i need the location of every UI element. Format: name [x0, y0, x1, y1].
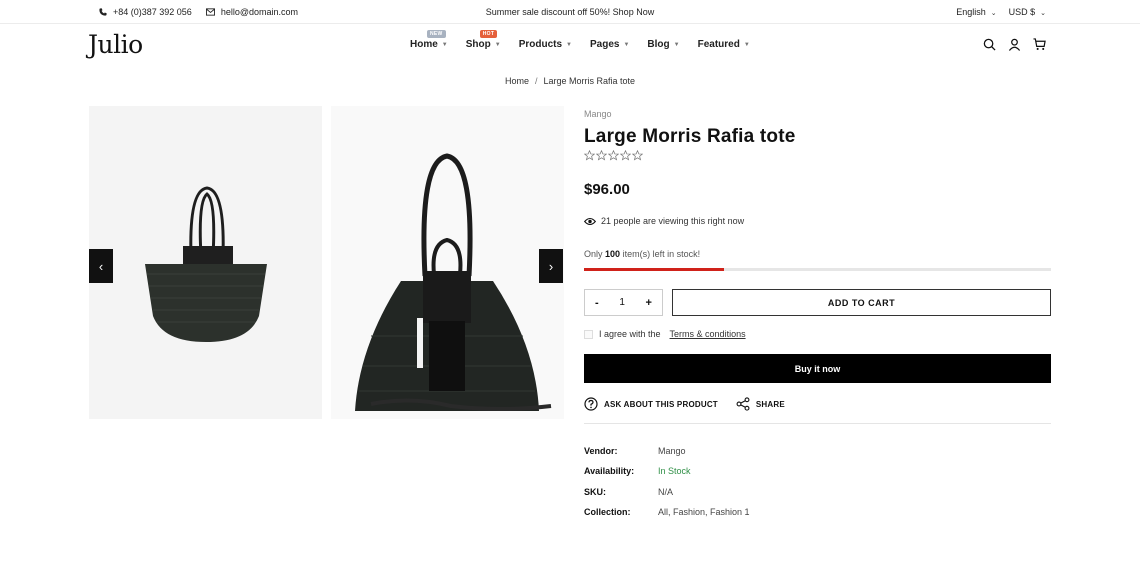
terms-agreement: I agree with the Terms & conditions	[584, 329, 746, 339]
nav-item-home[interactable]: Home ▼ NEW	[410, 30, 448, 50]
tote-bag-illustration	[355, 153, 552, 411]
agree-text: I agree with the	[599, 329, 661, 339]
language-selector[interactable]: English ⌄	[956, 7, 996, 17]
share-icon	[736, 397, 750, 411]
product-actions: ASK ABOUT THIS PRODUCT SHARE	[584, 397, 785, 411]
viewing-text: 21 people are viewing this right now	[601, 216, 745, 226]
product-image-1[interactable]	[89, 106, 322, 419]
terms-checkbox[interactable]	[584, 329, 593, 339]
star-icon	[608, 150, 619, 161]
nav-label: Blog	[647, 39, 670, 50]
chevron-down-icon: ▼	[566, 41, 572, 48]
question-circle-icon	[584, 397, 598, 411]
meta-key: Availability:	[584, 466, 635, 477]
product-meta: Vendor: Mango Availability: In Stock SKU…	[584, 446, 750, 527]
cart-icon[interactable]	[1033, 38, 1046, 51]
product-image-2[interactable]	[331, 106, 564, 419]
user-icon[interactable]	[1008, 38, 1021, 51]
gallery-next-button[interactable]: ›	[539, 249, 563, 283]
viewing-counter: 21 people are viewing this right now	[584, 216, 744, 226]
nav-item-pages[interactable]: Pages ▼	[590, 39, 629, 50]
buy-now-button[interactable]: Buy it now	[584, 354, 1051, 383]
meta-key: Collection:	[584, 506, 631, 517]
ask-about-product-button[interactable]: ASK ABOUT THIS PRODUCT	[584, 397, 718, 411]
nav-label: Shop	[465, 39, 491, 50]
breadcrumb: Home / Large Morris Rafia tote	[0, 76, 1140, 86]
chevron-down-icon: ⌄	[1040, 10, 1046, 17]
top-bar: +84 (0)387 392 056 hello@domain.com Summ…	[0, 0, 1140, 24]
currency-selector[interactable]: USD $ ⌄	[1009, 7, 1046, 17]
nav-label: Pages	[590, 39, 620, 50]
promo-banner[interactable]: Summer sale discount off 50%! Shop Now	[486, 7, 654, 17]
logo[interactable]: Julio	[88, 30, 143, 59]
product-title: Large Morris Rafia tote	[584, 126, 796, 147]
stock-prefix: Only	[584, 249, 603, 259]
product-vendor[interactable]: Mango	[584, 109, 612, 119]
meta-value-vendor[interactable]: Mango	[658, 446, 686, 466]
eye-icon	[584, 217, 596, 225]
main-header: Julio Home ▼ NEW Shop ▼ HOT Products ▼ Page…	[0, 24, 1140, 68]
breadcrumb-current: Large Morris Rafia tote	[543, 76, 636, 86]
product-price: $96.00	[584, 181, 630, 198]
chevron-left-icon: ‹	[98, 258, 104, 274]
meta-value-sku: N/A	[658, 486, 674, 497]
star-icon	[632, 150, 643, 161]
nav-label: Products	[518, 39, 563, 50]
quantity-increase-button[interactable]: +	[646, 297, 652, 309]
meta-key: Vendor:	[584, 446, 618, 456]
stock-progress-fill	[584, 268, 725, 271]
quantity-value[interactable]: 1	[619, 297, 625, 308]
share-button[interactable]: SHARE	[736, 397, 785, 411]
tote-bag-illustration	[145, 186, 267, 342]
nav-item-shop[interactable]: Shop ▼ HOT	[465, 30, 501, 50]
stock-suffix: item(s) left in stock!	[622, 249, 701, 259]
chevron-down-icon: ▼	[494, 41, 501, 48]
breadcrumb-separator: /	[534, 76, 538, 86]
nav-item-blog[interactable]: Blog ▼	[647, 39, 679, 50]
nav-label: Featured	[697, 39, 740, 50]
meta-key: SKU:	[584, 486, 606, 497]
chevron-down-icon: ▼	[441, 41, 448, 48]
add-to-cart-button[interactable]: ADD TO CART	[672, 289, 1051, 316]
meta-row-vendor: Vendor: Mango	[584, 446, 750, 466]
currency-label: USD $	[1008, 7, 1036, 17]
quantity-stepper[interactable]: - 1 +	[584, 289, 663, 316]
chevron-down-icon: ⌄	[990, 10, 997, 17]
nav-item-featured[interactable]: Featured ▼	[698, 39, 750, 50]
share-label: SHARE	[755, 399, 785, 409]
chevron-down-icon: ▼	[743, 41, 750, 48]
chevron-down-icon: ▼	[673, 41, 680, 48]
ask-label: ASK ABOUT THIS PRODUCT	[604, 399, 718, 409]
language-label: English	[956, 7, 986, 17]
main-nav: Home ▼ NEW Shop ▼ HOT Products ▼ Pages ▼ Blo…	[410, 30, 750, 50]
gallery-prev-button[interactable]: ‹	[89, 249, 113, 283]
meta-row-availability: Availability: In Stock	[584, 466, 750, 486]
new-badge: NEW	[427, 30, 446, 38]
star-icon	[584, 150, 595, 161]
stock-count: 100	[605, 249, 621, 259]
meta-value-availability: In Stock	[658, 466, 691, 477]
nav-item-products[interactable]: Products ▼	[519, 39, 572, 50]
rating-stars[interactable]	[584, 150, 643, 161]
meta-row-sku: SKU: N/A	[584, 487, 750, 507]
meta-value-collection[interactable]: All, Fashion, Fashion 1	[658, 507, 750, 527]
chevron-right-icon: ›	[548, 258, 554, 274]
stock-notice: Only 100 item(s) left in stock!	[584, 249, 700, 259]
terms-link[interactable]: Terms & conditions	[670, 329, 746, 339]
chevron-down-icon: ▼	[623, 41, 630, 48]
breadcrumb-home[interactable]: Home	[505, 76, 529, 86]
nav-label: Home	[410, 39, 438, 50]
quantity-decrease-button[interactable]: -	[595, 297, 599, 309]
divider	[584, 423, 1051, 424]
stock-progress-bar	[584, 268, 1051, 271]
search-icon[interactable]	[983, 38, 996, 51]
star-icon	[620, 150, 631, 161]
star-icon	[596, 150, 607, 161]
meta-row-collection: Collection: All, Fashion, Fashion 1	[584, 507, 750, 527]
hot-badge: HOT	[479, 30, 498, 38]
